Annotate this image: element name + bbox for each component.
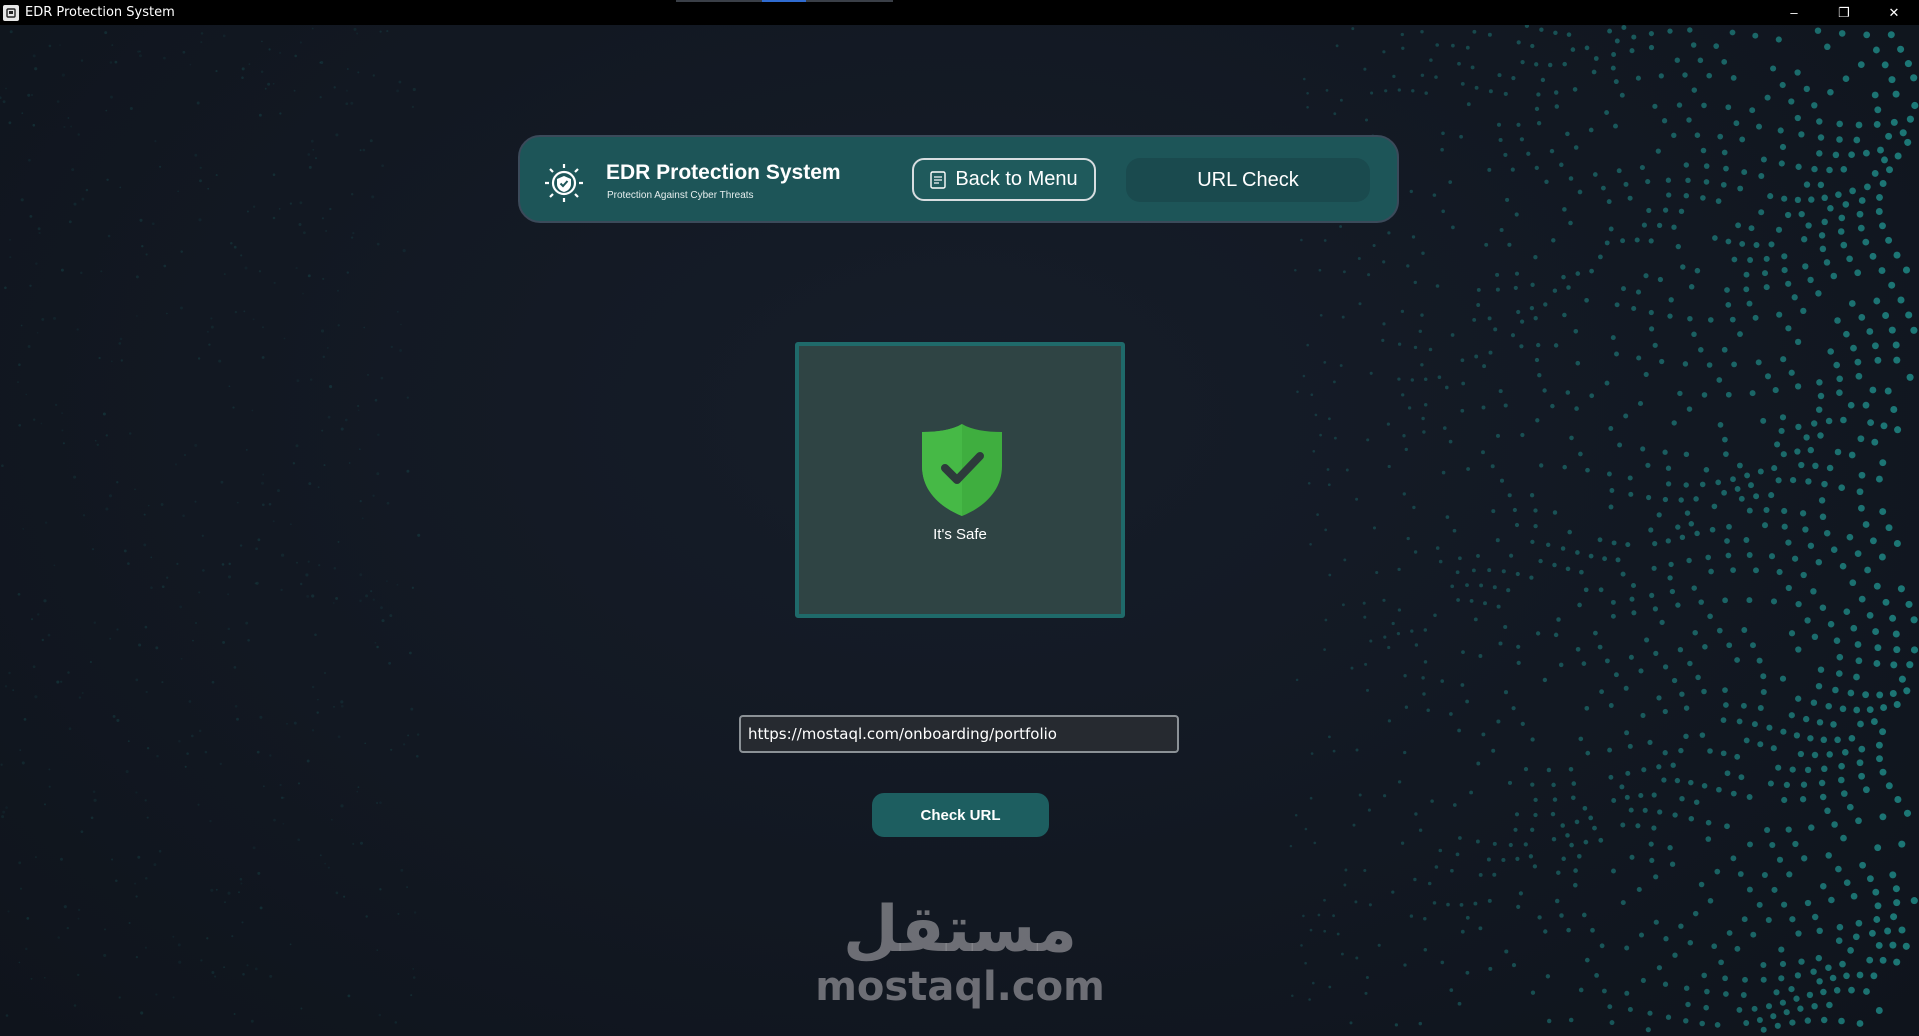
- check-url-button[interactable]: Check URL: [872, 793, 1049, 837]
- back-icon: [930, 170, 947, 189]
- url-input[interactable]: [739, 715, 1179, 753]
- window-controls: – ❐ ✕: [1769, 0, 1919, 25]
- shield-gear-icon: [545, 164, 583, 202]
- title-bar: EDR Protection System – ❐ ✕: [0, 0, 1919, 25]
- watermark: مستقل mostaql.com: [810, 895, 1110, 1015]
- watermark-arabic: مستقل: [842, 893, 1078, 967]
- app-window: EDR Protection System – ❐ ✕ EDR Protecti…: [0, 0, 1919, 1036]
- url-check-tab[interactable]: URL Check: [1126, 158, 1370, 202]
- app-subtitle: Protection Against Cyber Threats: [607, 190, 754, 201]
- watermark-latin: mostaql.com: [815, 964, 1105, 1010]
- scan-result-card: It's Safe: [795, 342, 1125, 618]
- header-bar: EDR Protection System Protection Against…: [518, 135, 1399, 223]
- app-title: EDR Protection System: [606, 161, 841, 184]
- app-icon: [3, 4, 19, 21]
- back-to-menu-label: Back to Menu: [955, 168, 1078, 190]
- window-title: EDR Protection System: [25, 5, 175, 20]
- taskbar-indicator-active: [762, 0, 806, 2]
- restore-button[interactable]: ❐: [1819, 0, 1869, 25]
- close-button[interactable]: ✕: [1869, 0, 1919, 25]
- minimize-button[interactable]: –: [1769, 0, 1819, 25]
- shield-check-icon: [922, 424, 1002, 516]
- scan-status-text: It's Safe: [933, 526, 987, 543]
- back-to-menu-button[interactable]: Back to Menu: [912, 158, 1096, 201]
